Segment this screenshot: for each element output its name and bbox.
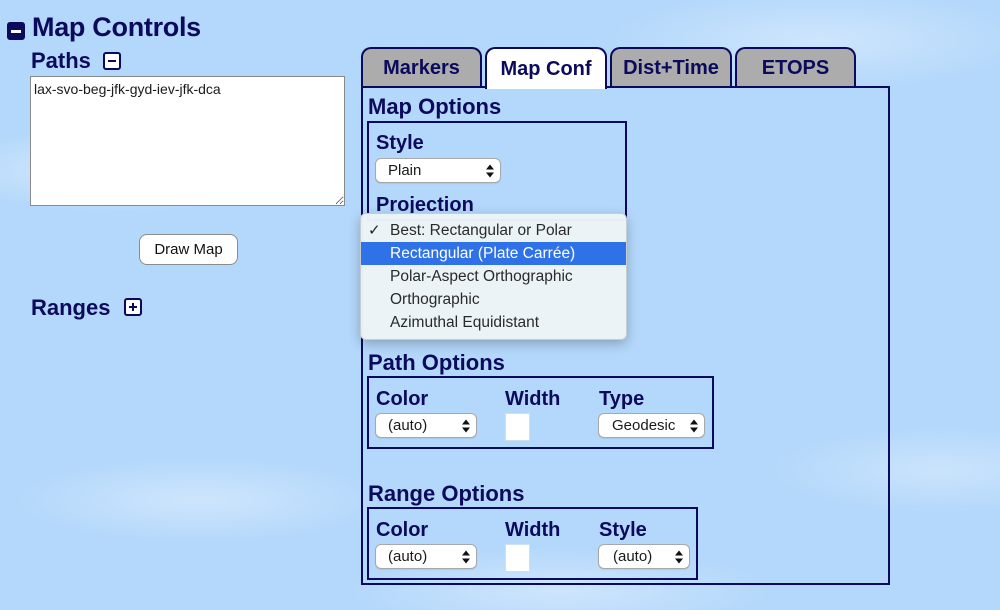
range-width-label: Width <box>505 519 561 541</box>
paths-label: Paths <box>31 48 91 73</box>
select-value: Plain <box>388 162 422 179</box>
tab-etops[interactable]: ETOPS <box>735 47 856 87</box>
ranges-expand-icon[interactable] <box>124 298 142 316</box>
select-value: (auto) <box>388 417 428 434</box>
range-options-title: Range Options <box>368 481 525 506</box>
paths-collapse-icon[interactable] <box>103 52 121 70</box>
collapse-map-controls-icon[interactable] <box>7 22 25 40</box>
updown-arrows-icon <box>462 419 470 432</box>
updown-arrows-icon <box>690 419 698 432</box>
projection-option-azimuthal[interactable]: Azimuthal Equidistant <box>361 311 626 334</box>
option-label: Rectangular (Plate Carrée) <box>390 245 576 262</box>
map-options-title: Map Options <box>368 94 502 119</box>
option-label: Azimuthal Equidistant <box>390 314 540 331</box>
map-style-select[interactable]: Plain <box>375 158 501 183</box>
projection-option-polar-orthographic[interactable]: Polar-Aspect Orthographic <box>361 265 626 288</box>
path-type-label: Type <box>599 388 645 410</box>
range-color-select[interactable]: (auto) <box>375 544 477 569</box>
page-title: Map Controls <box>32 12 201 42</box>
tab-label: Dist+Time <box>623 56 719 79</box>
projection-option-rectangular[interactable]: Rectangular (Plate Carrée) <box>361 242 626 265</box>
range-style-label: Style <box>599 519 647 541</box>
tab-label: ETOPS <box>761 56 830 79</box>
path-width-label: Width <box>505 388 561 410</box>
range-color-label: Color <box>376 519 429 541</box>
option-label: Best: Rectangular or Polar <box>390 222 572 239</box>
option-label: Polar-Aspect Orthographic <box>390 268 573 285</box>
select-value: Geodesic <box>612 417 676 434</box>
projection-option-best[interactable]: ✓ Best: Rectangular or Polar <box>361 219 626 242</box>
projection-dropdown-menu[interactable]: ✓ Best: Rectangular or Polar Rectangular… <box>360 213 627 340</box>
select-value: (auto) <box>388 548 428 565</box>
range-width-input[interactable] <box>505 544 530 572</box>
tab-map-conf[interactable]: Map Conf <box>485 47 607 89</box>
updown-arrows-icon <box>486 164 494 177</box>
updown-arrows-icon <box>462 550 470 563</box>
projection-option-orthographic[interactable]: Orthographic <box>361 288 626 311</box>
path-options-title: Path Options <box>368 350 505 375</box>
ranges-label: Ranges <box>31 295 111 320</box>
option-label: Orthographic <box>390 291 480 308</box>
updown-arrows-icon <box>675 550 683 563</box>
range-style-select[interactable]: (auto) <box>598 544 690 569</box>
tab-label: Map Conf <box>500 57 592 80</box>
style-label: Style <box>376 132 424 154</box>
checkmark-icon: ✓ <box>368 222 381 239</box>
paths-input[interactable] <box>30 76 345 206</box>
path-type-select[interactable]: Geodesic <box>598 413 705 438</box>
tab-dist-time[interactable]: Dist+Time <box>610 47 732 87</box>
tab-label: Markers <box>383 56 460 79</box>
tab-markers[interactable]: Markers <box>361 47 482 87</box>
path-color-label: Color <box>376 388 429 410</box>
select-value: (auto) <box>613 548 653 565</box>
draw-map-button[interactable]: Draw Map <box>139 234 238 265</box>
path-width-input[interactable] <box>505 413 530 441</box>
path-color-select[interactable]: (auto) <box>375 413 477 438</box>
